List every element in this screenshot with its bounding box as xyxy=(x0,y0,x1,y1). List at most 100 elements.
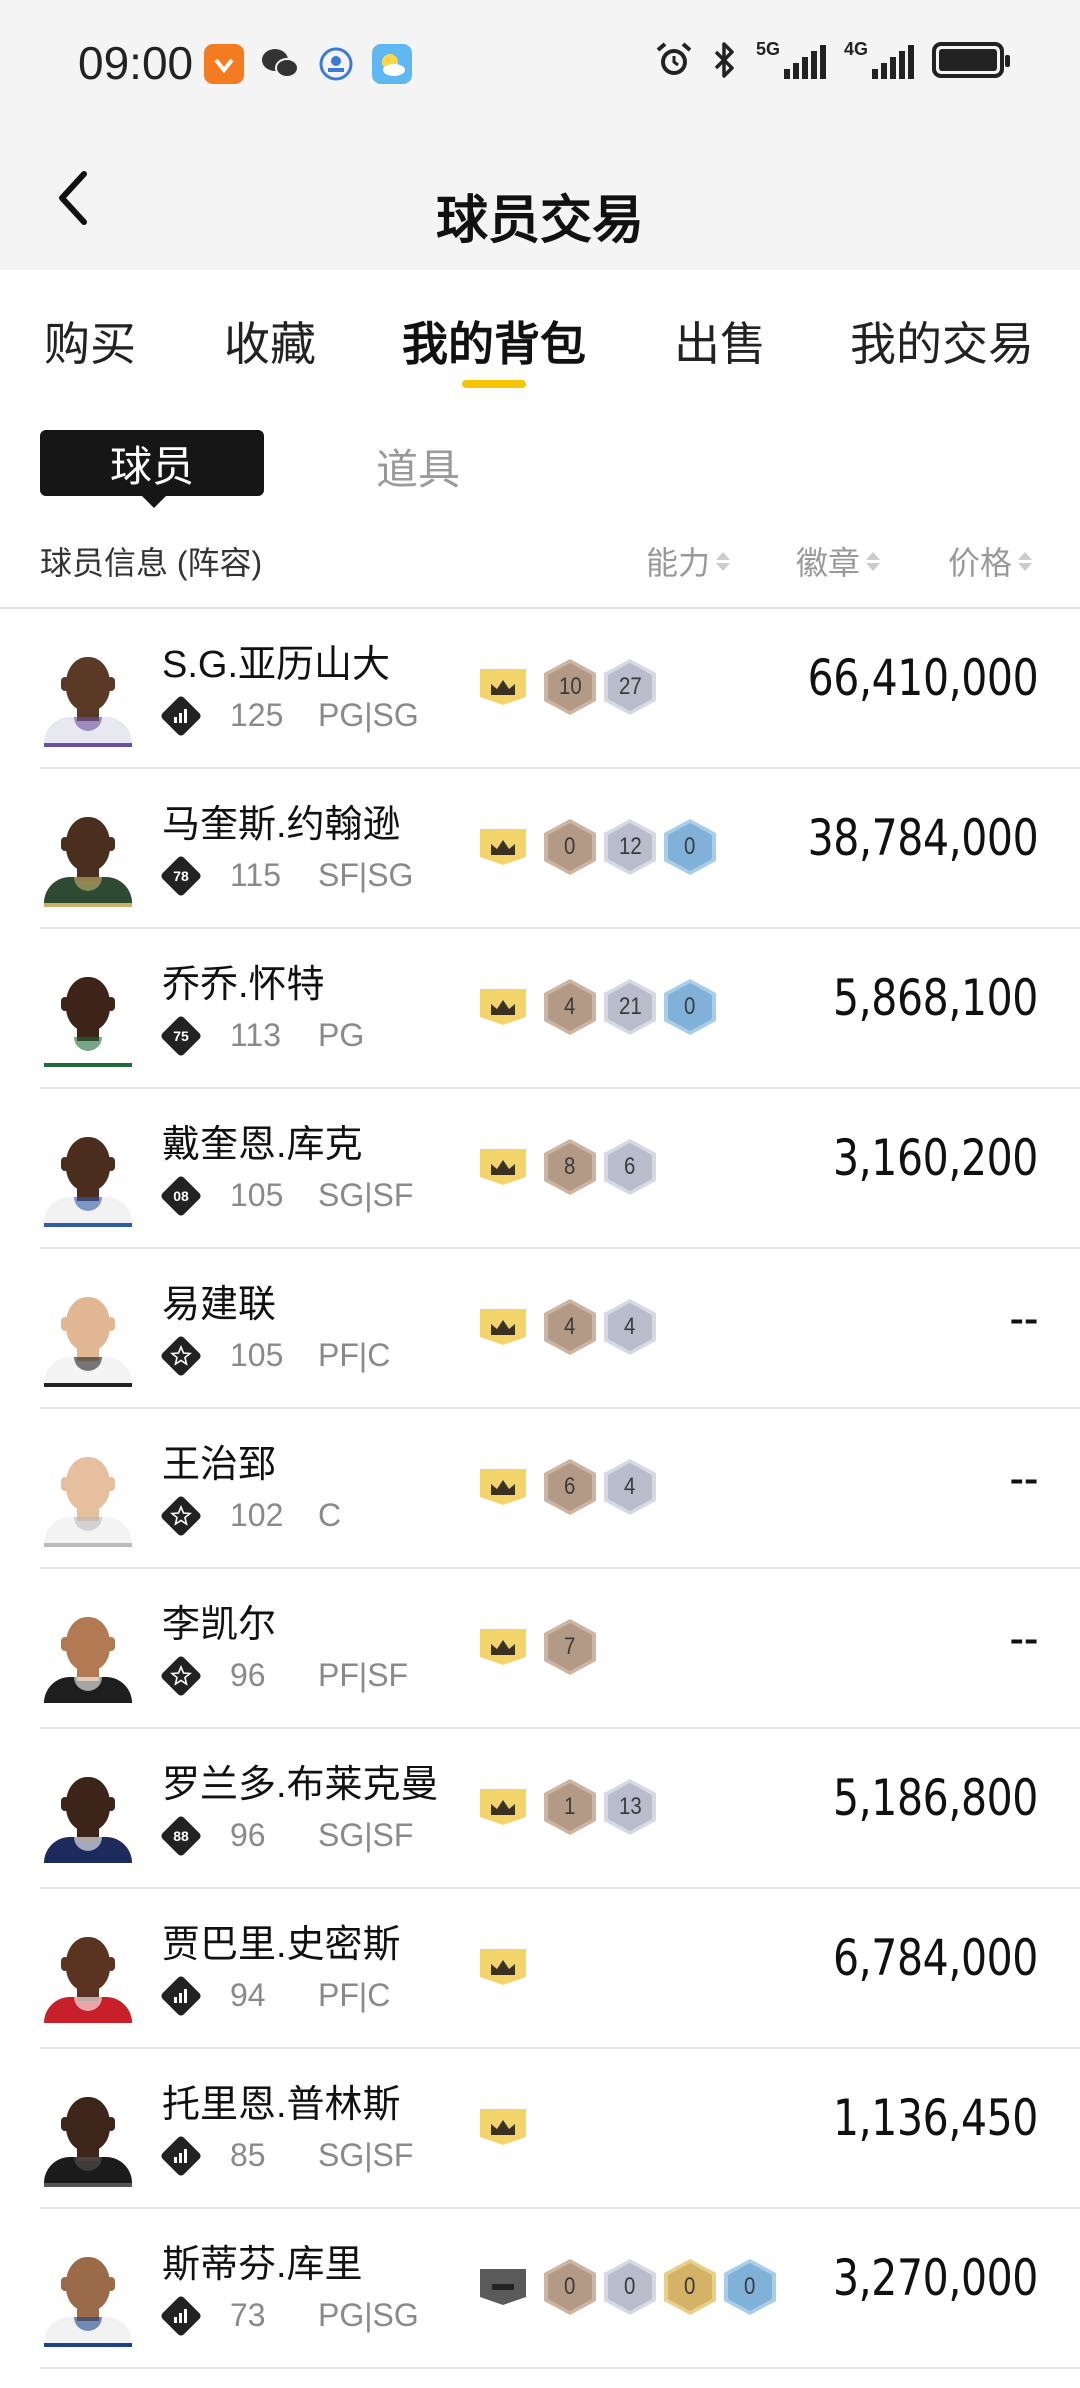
sort-badge[interactable]: 徽章 xyxy=(796,538,881,584)
badge-list: 0 0 0 0 xyxy=(544,2259,776,2315)
sort-price[interactable]: 价格 xyxy=(948,538,1033,584)
player-avatar xyxy=(40,1443,136,1547)
player-overall: 105 xyxy=(230,1337,284,1373)
player-row[interactable]: 斯蒂芬.库里 73 PG|SG 0 0 0 0 3,270,000 xyxy=(40,2209,1080,2369)
player-row[interactable]: 李凯尔 96 PF|SF 7 -- xyxy=(40,1569,1080,1729)
tier-icon xyxy=(159,2134,203,2178)
bronze-badge-icon: 1 xyxy=(544,1779,596,1835)
player-list: S.G.亚历山大 125 PG|SG 10 27 66,410,000 马奎斯.约翰逊 78 1… xyxy=(0,609,1080,2369)
player-avatar xyxy=(40,1603,136,1707)
sort-ability[interactable]: 能力 xyxy=(646,538,731,584)
player-price: 6,784,000 xyxy=(833,1929,1038,1987)
bronze-badge-icon: 6 xyxy=(544,1459,596,1515)
player-name: 易建联 xyxy=(162,1284,277,1326)
player-row[interactable]: S.G.亚历山大 125 PG|SG 10 27 66,410,000 xyxy=(40,609,1080,769)
player-avatar xyxy=(40,1283,136,1387)
player-overall: 115 xyxy=(230,857,282,893)
player-position: PG|SG xyxy=(318,2297,419,2333)
player-row[interactable]: 戴奎恩.库克 08 105 SG|SF 8 6 3,160,200 xyxy=(40,1089,1080,1249)
signal-4g-icon: 4G xyxy=(844,39,914,79)
weather-icon xyxy=(372,44,412,84)
tier-icon xyxy=(159,2294,203,2338)
signal-5g-icon: 5G xyxy=(756,39,826,79)
blue-badge-icon: 0 xyxy=(664,819,716,875)
badge-count: 21 xyxy=(618,993,642,1020)
player-row[interactable]: 马奎斯.约翰逊 78 115 SF|SG 0 12 0 38,784,000 xyxy=(40,769,1080,929)
status-indicators: 5G 4G xyxy=(654,39,1010,80)
sub-tabs: 球员 道具 xyxy=(0,430,1080,508)
player-price: 38,784,000 xyxy=(807,809,1038,867)
badge-list: 0 12 0 xyxy=(544,819,716,875)
tier-icon: 08 xyxy=(159,1174,203,1218)
player-avatar xyxy=(40,2243,136,2347)
player-name: 托里恩.普林斯 xyxy=(162,2084,401,2126)
player-position: SG|SF xyxy=(318,1177,414,1213)
badge-count: 0 xyxy=(684,833,696,860)
tab-favorites[interactable]: 收藏 xyxy=(224,308,316,374)
player-avatar xyxy=(40,963,136,1067)
player-price: -- xyxy=(1009,1609,1038,1667)
silver-badge-icon: 4 xyxy=(604,1459,656,1515)
player-position: SG|SF xyxy=(318,2137,414,2173)
tab-sell[interactable]: 出售 xyxy=(674,308,766,374)
badge-count: 0 xyxy=(564,833,576,860)
player-price: 3,160,200 xyxy=(833,1129,1038,1187)
sort-ability-label: 能力 xyxy=(646,545,711,581)
silver-badge-icon: 6 xyxy=(604,1139,656,1195)
badge-list: 4 21 0 xyxy=(544,979,716,1035)
silver-badge-icon: 4 xyxy=(604,1299,656,1355)
player-name: S.G.亚历山大 xyxy=(162,644,391,686)
player-name: 马奎斯.约翰逊 xyxy=(162,804,401,846)
tab-buy[interactable]: 购买 xyxy=(44,308,136,374)
player-row[interactable]: 王治郅 102 C 6 4 -- xyxy=(40,1409,1080,1569)
player-row[interactable]: 托里恩.普林斯 85 SG|SF 1,136,450 xyxy=(40,2049,1080,2209)
player-name: 王治郅 xyxy=(162,1444,277,1486)
player-overall: 94 xyxy=(230,1977,266,2013)
badge-list: 7 xyxy=(544,1619,596,1675)
blue-badge-icon: 0 xyxy=(724,2259,776,2315)
app-orange-icon xyxy=(204,44,244,84)
subtab-players[interactable]: 球员 xyxy=(40,430,264,508)
player-row[interactable]: 贾巴里.史密斯 94 PF|C 6,784,000 xyxy=(40,1889,1080,2049)
app-circle-icon xyxy=(316,44,356,84)
player-row[interactable]: 罗兰多.布莱克曼 88 96 SG|SF 1 13 5,186,800 xyxy=(40,1729,1080,1889)
sort-icon xyxy=(866,551,881,571)
player-name: 贾巴里.史密斯 xyxy=(162,1924,401,1966)
tier-icon xyxy=(159,1654,203,1698)
tier-icon xyxy=(159,1494,203,1538)
player-avatar xyxy=(40,803,136,907)
tier-icon: 75 xyxy=(159,1014,203,1058)
crown-icon xyxy=(476,1467,530,1507)
alarm-icon xyxy=(656,42,692,75)
column-player-info: 球员信息 (阵容) xyxy=(40,545,263,581)
player-name: 乔乔.怀特 xyxy=(162,964,325,1006)
badge-count: 0 xyxy=(744,2273,756,2300)
status-time: 09:00 xyxy=(78,37,194,89)
tier-icon: 88 xyxy=(159,1814,203,1858)
crown-icon xyxy=(476,1307,530,1347)
player-avatar xyxy=(40,1923,136,2027)
status-bar: 09:00 5G 4G xyxy=(0,0,1080,130)
badge-list: 10 27 xyxy=(544,659,656,715)
tier-icon xyxy=(159,1974,203,2018)
player-position: SG|SF xyxy=(318,1817,414,1853)
sort-badge-label: 徽章 xyxy=(796,545,861,581)
silver-badge-icon: 21 xyxy=(604,979,656,1035)
player-row[interactable]: 易建联 105 PF|C 4 4 -- xyxy=(40,1249,1080,1409)
sort-icon xyxy=(716,551,731,571)
badge-count: 0 xyxy=(684,993,696,1020)
tab-my-trades[interactable]: 我的交易 xyxy=(850,308,1034,374)
tab-my-bag[interactable]: 我的背包 xyxy=(402,308,586,374)
player-row[interactable]: 乔乔.怀特 75 113 PG 4 21 0 5,868,100 xyxy=(40,929,1080,1089)
player-overall: 73 xyxy=(230,2297,266,2333)
badge-list: 86 xyxy=(544,1139,656,1195)
subtab-items[interactable]: 道具 xyxy=(376,436,460,497)
player-price: 1,136,450 xyxy=(833,2089,1038,2147)
player-avatar xyxy=(40,643,136,747)
badge-count: 27 xyxy=(618,673,642,700)
player-overall: 85 xyxy=(230,2137,266,2173)
badge-count: 8 xyxy=(564,1153,576,1180)
player-overall: 125 xyxy=(230,697,284,733)
player-avatar xyxy=(40,1763,136,1867)
player-price: 3,270,000 xyxy=(833,2249,1038,2307)
